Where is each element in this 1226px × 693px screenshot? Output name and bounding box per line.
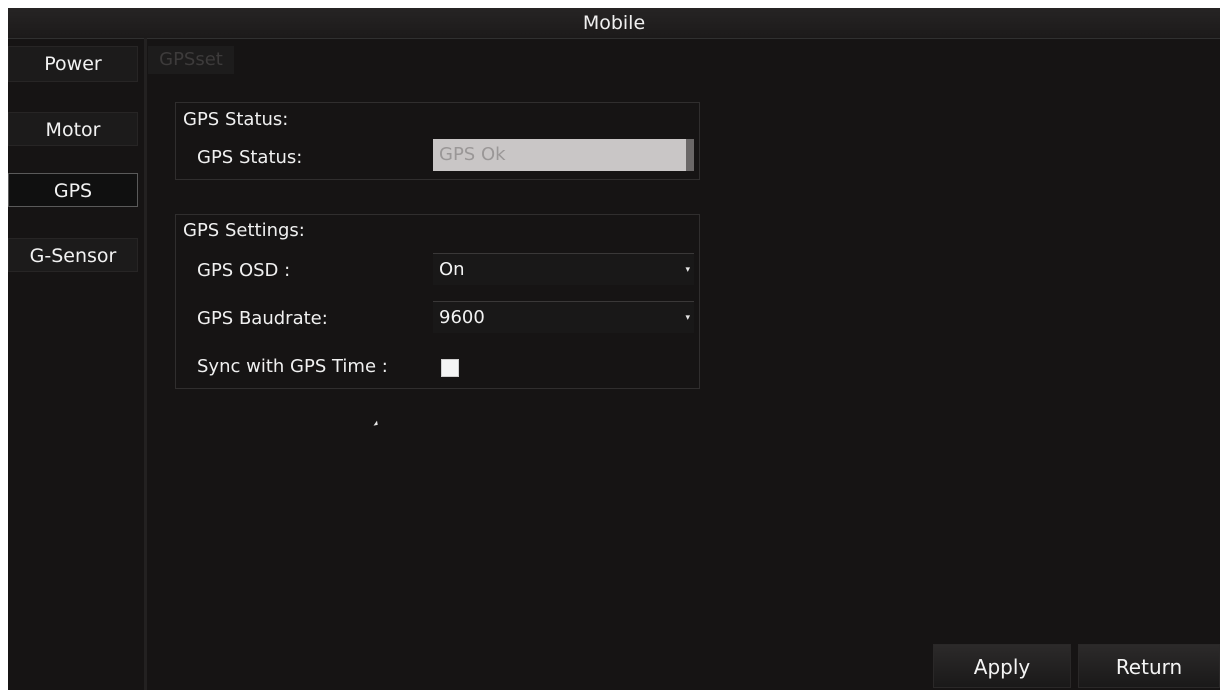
gps-baudrate-select[interactable]: 9600 ▾	[433, 301, 694, 333]
sync-gps-time-checkbox[interactable]	[441, 359, 459, 377]
gps-status-group-title: GPS Status:	[183, 109, 289, 130]
gps-baudrate-label: GPS Baudrate:	[197, 308, 328, 329]
sidebar-divider	[144, 38, 147, 690]
sidebar-item-power[interactable]: Power	[8, 46, 138, 82]
apply-button[interactable]: Apply	[933, 644, 1071, 688]
chevron-down-icon: ▾	[685, 265, 690, 275]
gps-settings-group-title: GPS Settings:	[183, 220, 305, 241]
gps-status-label: GPS Status:	[197, 147, 303, 168]
gps-status-field: GPS Ok	[433, 139, 694, 171]
gps-osd-select[interactable]: On ▾	[433, 253, 694, 285]
gps-status-value: GPS Ok	[439, 144, 506, 165]
chevron-down-icon: ▾	[685, 313, 690, 323]
mouse-cursor-icon	[373, 420, 380, 428]
gps-osd-value: On	[439, 259, 465, 280]
sidebar-item-gps[interactable]: GPS	[8, 173, 138, 207]
return-button[interactable]: Return	[1078, 644, 1220, 688]
tab-gpsset[interactable]: GPSset	[148, 46, 234, 74]
window-title: Mobile	[582, 12, 646, 34]
sidebar-item-motor[interactable]: Motor	[8, 112, 138, 146]
sidebar-item-g-sensor[interactable]: G-Sensor	[8, 238, 138, 272]
sync-gps-time-label: Sync with GPS Time :	[197, 356, 388, 377]
gps-baudrate-value: 9600	[439, 307, 485, 328]
title-bar: Mobile	[8, 8, 1220, 39]
gps-osd-label: GPS OSD :	[197, 260, 291, 281]
dvr-screen: Mobile Power Motor GPS G-Sensor GPSset G…	[8, 8, 1220, 690]
